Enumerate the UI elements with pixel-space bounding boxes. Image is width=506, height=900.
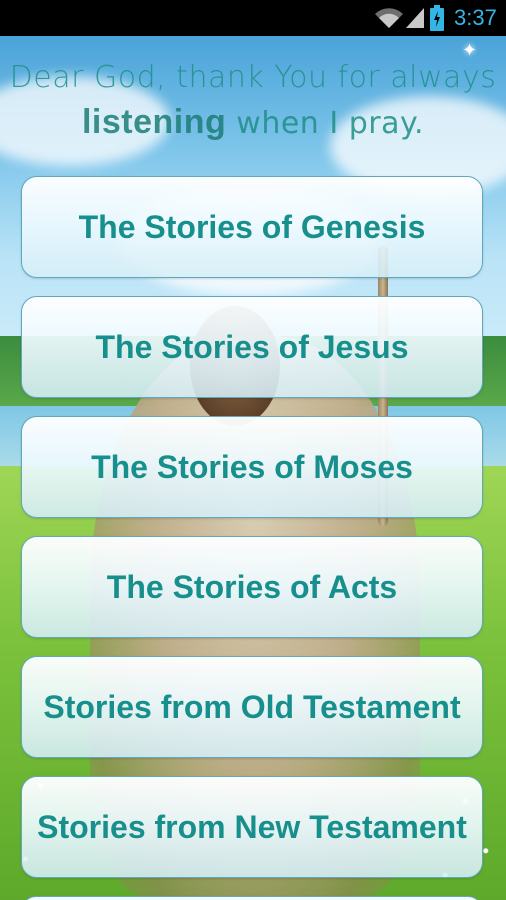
new-testament-stories-button[interactable]: Stories from New Testament bbox=[21, 776, 483, 878]
verse-emphasis: listening bbox=[81, 103, 227, 141]
status-bar: 3:37 bbox=[0, 0, 506, 36]
old-testament-stories-button[interactable]: Stories from Old Testament bbox=[21, 656, 483, 758]
battery-charging-icon bbox=[430, 5, 444, 31]
verse-line-2: listening when I pray. bbox=[0, 100, 506, 146]
moses-stories-button[interactable]: The Stories of Moses bbox=[21, 416, 483, 518]
story-menu: The Stories of Genesis The Stories of Je… bbox=[21, 176, 485, 900]
acts-stories-button[interactable]: The Stories of Acts bbox=[21, 536, 483, 638]
next-menu-button-partial[interactable] bbox=[21, 896, 483, 900]
app-screen: 3:37 ✦ Dear God, thank You for always li… bbox=[0, 0, 506, 900]
main-content: Dear God, thank You for always listening… bbox=[0, 36, 506, 900]
verse-line-2-rest: when I pray. bbox=[226, 106, 425, 141]
genesis-stories-button[interactable]: The Stories of Genesis bbox=[21, 176, 483, 278]
cell-signal-icon bbox=[406, 8, 424, 28]
clock: 3:37 bbox=[454, 5, 497, 30]
wifi-icon bbox=[375, 8, 403, 28]
verse-line-1: Dear God, thank You for always bbox=[9, 60, 497, 95]
jesus-stories-button[interactable]: The Stories of Jesus bbox=[21, 296, 483, 398]
verse-banner: Dear God, thank You for always listening… bbox=[0, 56, 506, 146]
